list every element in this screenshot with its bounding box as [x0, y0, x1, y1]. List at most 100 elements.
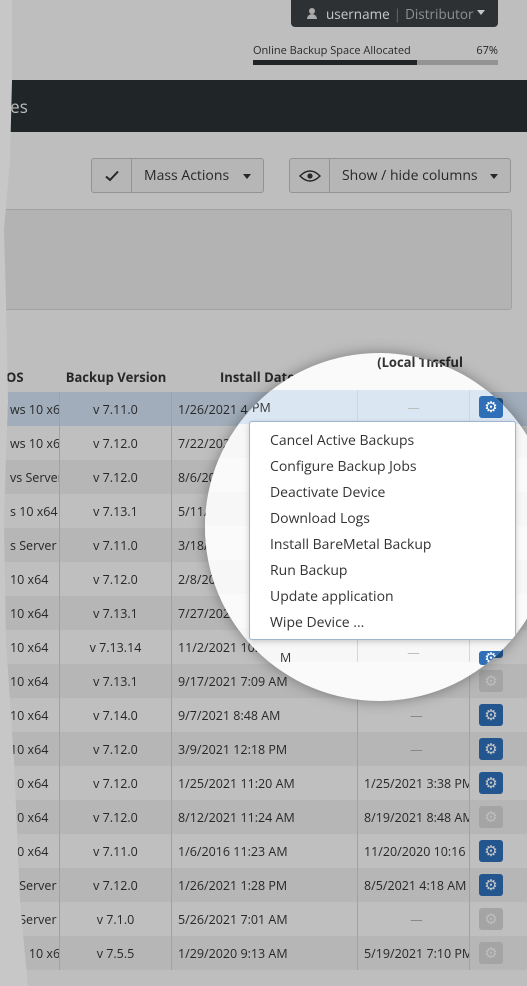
- last-successful-cell: 11/20/2020 10:16 A: [358, 834, 470, 868]
- mass-actions-button[interactable]: Mass Actions: [91, 158, 264, 193]
- os-cell: s Server: [4, 902, 60, 936]
- install-date-cell: 5/26/2021 7:01 AM: [172, 902, 358, 936]
- magnified-last-cell: —: [358, 390, 470, 424]
- user-menu-button[interactable]: username | Distributor: [291, 0, 498, 27]
- os-cell: s Server: [4, 528, 60, 562]
- backup-version-cell: v 7.13.1: [60, 596, 172, 630]
- table-row[interactable]: 10 x64 v 7.12.0 8/12/2021 11:24 AM 8/19/202…: [4, 800, 527, 834]
- eye-icon: [290, 159, 330, 192]
- gear-icon[interactable]: ⚙: [479, 874, 503, 896]
- last-successful-cell: —: [358, 902, 470, 936]
- os-cell: 10 x64: [4, 664, 60, 698]
- backup-version-cell: v 7.12.0: [60, 460, 172, 494]
- menu-item-wipe-device[interactable]: Wipe Device ...: [250, 609, 515, 635]
- gear-icon[interactable]: ⚙: [479, 704, 503, 726]
- backup-version-cell: v 7.11.0: [60, 834, 172, 868]
- os-cell: 10 x64: [4, 834, 60, 868]
- column-header-os[interactable]: OS: [6, 330, 60, 396]
- install-date-cell: 9/7/2021 8:48 AM: [172, 698, 358, 732]
- show-hide-columns-label: Show / hide columns: [342, 166, 478, 185]
- menu-item-deactivate-device[interactable]: Deactivate Device: [250, 479, 515, 505]
- install-date-cell: 1/26/2021 1:28 PM: [172, 868, 358, 902]
- os-cell: s Server: [4, 868, 60, 902]
- install-date-cell: 8/12/2021 11:24 AM: [172, 800, 358, 834]
- gear-icon[interactable]: ⚙: [479, 738, 503, 760]
- backup-version-cell: v 7.13.1: [60, 494, 172, 528]
- page-header: ces: [2, 80, 527, 132]
- user-name: username: [326, 4, 390, 23]
- table-row[interactable]: 10 x64 v 7.12.0 1/25/2021 11:20 AM 1/25/202…: [4, 766, 527, 800]
- show-hide-columns-button[interactable]: Show / hide columns: [289, 158, 511, 193]
- table-row[interactable]: s Server v 7.1.0 5/26/2021 7:01 AM — ⚙: [4, 902, 527, 936]
- user-role: Distributor: [405, 4, 474, 23]
- backup-version-cell: v 7.13.14: [60, 630, 172, 664]
- last-successful-cell: —: [358, 698, 470, 732]
- menu-item-install-baremetal-backup[interactable]: Install BareMetal Backup: [250, 531, 515, 557]
- gear-icon: ⚙: [479, 942, 503, 964]
- magnified-date-cell: PM: [205, 390, 358, 424]
- backup-version-cell: v 7.12.0: [60, 562, 172, 596]
- gear-icon: ⚙: [479, 806, 503, 828]
- magnified-header-line2: (Local Time: [377, 353, 451, 371]
- page-title: ces: [2, 94, 28, 118]
- last-successful-cell: 1/25/2021 3:38 PM: [358, 766, 470, 800]
- backup-version-cell: v 7.12.0: [60, 800, 172, 834]
- table-row[interactable]: 10 x64 v 7.14.0 9/7/2021 8:48 AM — ⚙: [4, 698, 527, 732]
- last-successful-cell: 5/19/2021 7:10 PM: [358, 936, 470, 970]
- magnified-action-cell: ⚙: [470, 390, 512, 424]
- menu-item-configure-backup-jobs[interactable]: Configure Backup Jobs: [250, 453, 515, 479]
- table-row[interactable]: 10 x64 v 7.12.0 3/9/2021 12:18 PM — ⚙: [4, 732, 527, 766]
- backup-version-cell: v 7.1.0: [60, 902, 172, 936]
- menu-item-run-backup[interactable]: Run Backup: [250, 557, 515, 583]
- os-cell: 10 x64: [4, 562, 60, 596]
- user-icon: [307, 8, 317, 19]
- action-cell: ⚙: [470, 698, 512, 732]
- backup-version-cell: v 7.14.0: [60, 698, 172, 732]
- os-cell: vs Server: [4, 460, 60, 494]
- last-successful-cell: 8/19/2021 8:48 AM: [358, 800, 470, 834]
- menu-item-update-application[interactable]: Update application: [250, 583, 515, 609]
- backup-version-cell: v 7.12.0: [60, 426, 172, 460]
- checkmark-icon: [92, 159, 132, 192]
- device-actions-menu: Cancel Active Backups Configure Backup Jo…: [249, 421, 516, 640]
- gear-icon[interactable]: ⚙: [479, 772, 503, 794]
- table-row[interactable]: s Server v 7.12.0 1/26/2021 1:28 PM 8/5/202…: [4, 868, 527, 902]
- action-cell: ⚙: [470, 800, 512, 834]
- magnified-row-selected: PM — ⚙: [205, 390, 527, 424]
- action-cell: ⚙: [470, 766, 512, 800]
- last-successful-cell: 8/5/2021 4:18 AM (: [358, 868, 470, 902]
- install-date-cell: 3/9/2021 12:18 PM: [172, 732, 358, 766]
- menu-item-download-logs[interactable]: Download Logs: [250, 505, 515, 531]
- space-allocated-bar: [253, 60, 498, 65]
- action-cell: ⚙: [470, 868, 512, 902]
- table-row[interactable]: ws 10 x64v 7.5.51/29/2020 9:13 AM5/19/20…: [4, 936, 527, 970]
- gear-icon: ⚙: [479, 908, 503, 930]
- magnified-header-last-successful: Last Successful (Local Time: [358, 353, 470, 370]
- os-cell: 10 x64: [4, 766, 60, 800]
- backup-version-cell: v 7.12.0: [60, 732, 172, 766]
- os-cell: 10 x64: [4, 630, 60, 664]
- os-cell: ws 10 x64: [4, 426, 60, 460]
- install-date-cell: 1/25/2021 11:20 AM: [172, 766, 358, 800]
- user-separator: |: [393, 4, 402, 23]
- magnified-header-install-date: Install Date (L: [212, 356, 303, 374]
- os-cell: 10 x64: [4, 732, 60, 766]
- os-cell: ws 10 x64: [4, 936, 60, 970]
- backup-version-cell: v 7.12.0: [60, 868, 172, 902]
- table-row[interactable]: 10 x64 v 7.11.0 1/6/2016 11:23 AM 11/20/202…: [4, 834, 527, 868]
- install-date-cell: 1/6/2016 11:23 AM: [172, 834, 358, 868]
- gear-icon[interactable]: ⚙: [479, 650, 503, 665]
- filter-panel: [4, 209, 512, 310]
- menu-item-cancel-active-backups[interactable]: Cancel Active Backups: [250, 427, 515, 453]
- magnified-date-text: PM: [252, 398, 271, 416]
- action-cell: ⚙: [470, 902, 512, 936]
- os-cell: s 10 x64: [4, 494, 60, 528]
- gear-icon[interactable]: ⚙: [479, 840, 503, 862]
- gear-icon[interactable]: ⚙: [479, 396, 503, 418]
- column-header-backup-version[interactable]: Backup Version: [60, 330, 172, 396]
- backup-version-cell: v 7.5.5: [60, 936, 172, 970]
- chevron-down-icon: [490, 174, 498, 179]
- space-allocated-label: Online Backup Space Allocated: [253, 43, 411, 58]
- backup-version-cell: v 7.11.0: [60, 392, 172, 426]
- space-allocated-percent: 67%: [476, 43, 498, 58]
